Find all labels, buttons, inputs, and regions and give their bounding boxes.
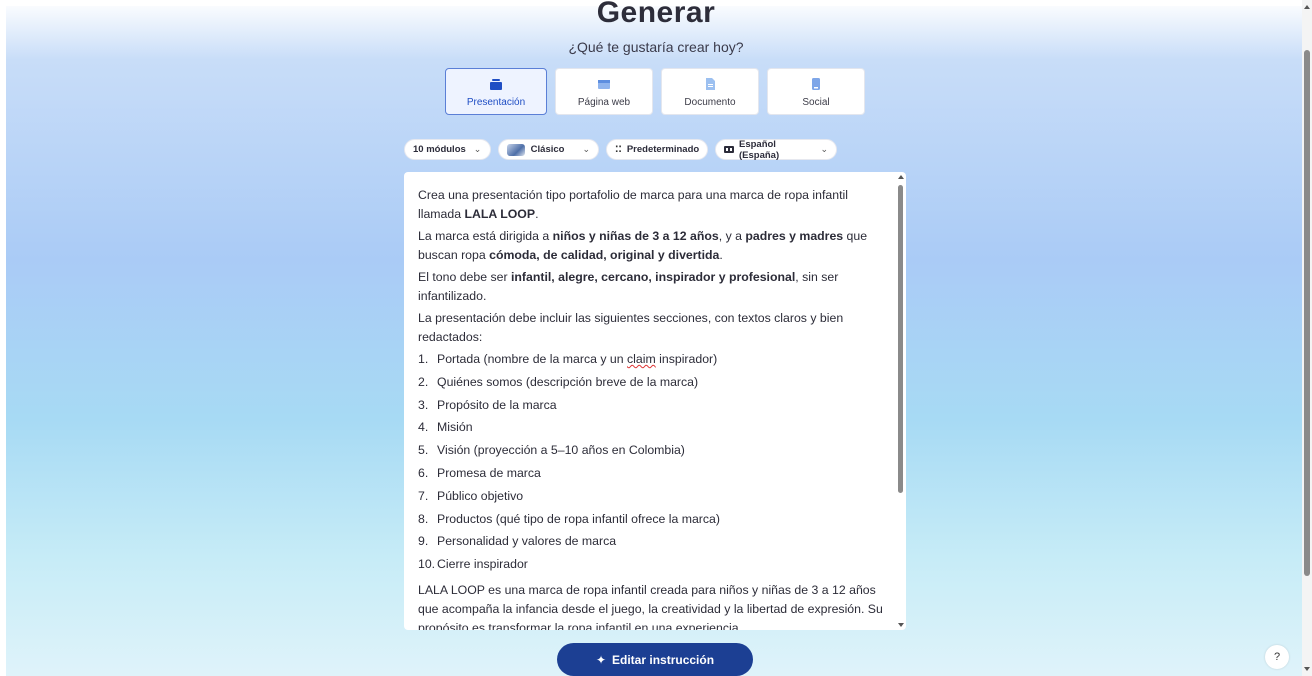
layout-dropdown[interactable]: ⁚⁚ Predeterminado	[606, 139, 708, 160]
help-button[interactable]: ?	[1265, 645, 1289, 669]
scroll-down-arrow-icon[interactable]	[898, 623, 904, 627]
scroll-up-arrow-icon[interactable]	[1304, 5, 1310, 9]
scrollbar-thumb[interactable]	[1304, 50, 1310, 576]
prompt-text[interactable]: Crea una presentación tipo portafolio de…	[418, 186, 888, 630]
list-item: 4. Misión	[418, 420, 473, 435]
chevron-down-icon: ⌄	[473, 144, 482, 154]
modules-value: 10 módulos	[413, 144, 466, 155]
editor-scrollbar[interactable]	[898, 175, 904, 627]
type-card-webpage[interactable]: Página web	[555, 68, 653, 115]
layout-value: Predeterminado	[626, 144, 700, 155]
presentation-icon	[489, 77, 503, 91]
type-card-label: Página web	[577, 97, 631, 108]
edit-instruction-label: Editar instrucción	[612, 652, 715, 667]
list-item: 2. Quiénes somos (descripción breve de la…	[418, 374, 699, 389]
type-card-label: Presentación	[466, 97, 526, 108]
prompt-editor[interactable]: Crea una presentación tipo portafolio de…	[404, 172, 906, 630]
theme-dropdown[interactable]: Clásico ⌄	[498, 139, 599, 160]
section-list: 1. Portada (nombre de la marca y un claim…	[418, 350, 888, 578]
theme-value: Clásico	[530, 144, 565, 155]
scrollbar-thumb[interactable]	[898, 185, 903, 493]
prompt-sections-intro: La presentación debe incluir las siguien…	[418, 311, 844, 344]
list-item: 10. Cierre inspirador	[418, 557, 528, 572]
page-scrollbar[interactable]	[1302, 0, 1312, 676]
prompt-audience: La marca está dirigida a niños y niñas d…	[418, 229, 868, 262]
chevron-down-icon: ⌄	[820, 144, 828, 154]
modules-dropdown[interactable]: 10 módulos ⌄	[404, 139, 491, 160]
list-item: 8. Productos (qué tipo de ropa infantil o…	[418, 511, 720, 526]
scroll-down-arrow-icon[interactable]	[1304, 667, 1310, 671]
list-item: 6. Promesa de marca	[418, 465, 541, 480]
type-card-social[interactable]: Social	[767, 68, 865, 115]
type-card-presentation[interactable]: Presentación	[445, 68, 547, 115]
scroll-up-arrow-icon[interactable]	[898, 175, 904, 179]
language-value: Español (España)	[739, 138, 780, 161]
theme-thumbnail	[507, 143, 525, 156]
list-item: 9. Personalidad y valores de marca	[418, 534, 617, 549]
prompt-closing: LALA LOOP es una marca de ropa infantil …	[418, 582, 883, 630]
sparkle-icon: ✦	[595, 652, 607, 667]
chevron-down-icon: ⌄	[582, 144, 590, 154]
layout-icon: ⁚⁚	[615, 144, 622, 154]
social-icon	[809, 77, 823, 91]
type-card-label: Social	[802, 97, 830, 108]
language-icon	[724, 145, 734, 155]
list-item: 1. Portada (nombre de la marca y un claim…	[418, 352, 718, 366]
document-icon	[703, 77, 717, 91]
webpage-icon	[597, 77, 611, 91]
list-item: 5. Visión (proyección a 5–10 años en Colo…	[418, 443, 685, 458]
language-dropdown[interactable]: Español (España) ⌄	[715, 138, 837, 161]
type-card-document[interactable]: Documento	[661, 68, 759, 115]
prompt-tone: El tono debe ser infantil, alegre, cerca…	[418, 270, 839, 303]
edit-instruction-button[interactable]: ✦ Editar instrucción	[557, 643, 753, 676]
prompt-intro: Crea una presentación tipo portafolio de…	[418, 188, 848, 221]
content-type-selector: Presentación Página web Documento Social	[445, 68, 865, 115]
list-item: 3. Propósito de la marca	[418, 397, 557, 412]
spellcheck-word: claim	[627, 352, 656, 366]
page-subtitle: ¿Qué te gustaría crear hoy?	[568, 39, 744, 55]
left-strip	[0, 0, 6, 676]
help-icon: ?	[1273, 651, 1281, 663]
generation-options: 10 módulos ⌄ Clásico ⌄ ⁚⁚ Predeterminado…	[404, 138, 837, 161]
page-title: Generar	[596, 0, 716, 29]
list-item: 7. Público objetivo	[418, 488, 524, 503]
type-card-label: Documento	[684, 97, 736, 108]
